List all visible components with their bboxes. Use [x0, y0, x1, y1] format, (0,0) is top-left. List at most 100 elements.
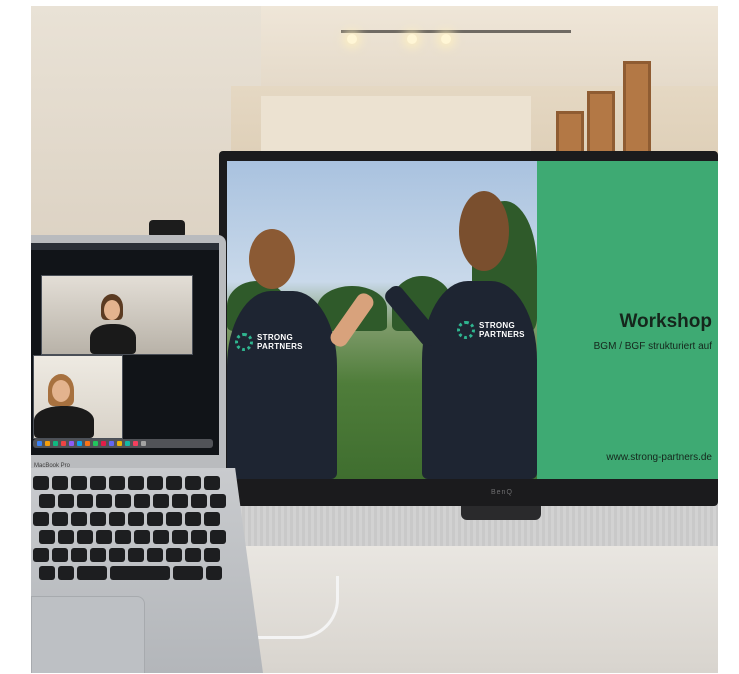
shirt-logo-left: STRONG PARTNERS — [257, 333, 303, 351]
light-track — [341, 30, 571, 33]
person-left — [227, 291, 337, 479]
key[interactable] — [52, 548, 68, 562]
key[interactable] — [58, 530, 74, 544]
person-right-head — [459, 191, 509, 271]
key[interactable] — [33, 476, 49, 490]
photo: STRONG PARTNERS STRONG PARTNERS Workshop… — [31, 6, 718, 673]
key[interactable] — [210, 530, 226, 544]
key[interactable] — [77, 566, 107, 580]
key[interactable] — [58, 566, 74, 580]
app-icon[interactable] — [45, 441, 50, 446]
key[interactable] — [109, 548, 125, 562]
app-icon[interactable] — [117, 441, 122, 446]
key[interactable] — [128, 476, 144, 490]
video-tile-top[interactable] — [41, 275, 193, 355]
participant — [90, 324, 136, 354]
key[interactable] — [52, 512, 68, 526]
key[interactable] — [191, 494, 207, 508]
app-icon[interactable] — [125, 441, 130, 446]
key[interactable] — [185, 548, 201, 562]
key[interactable] — [71, 548, 87, 562]
shirt-logo-right: STRONG PARTNERS — [479, 321, 525, 339]
dock — [33, 439, 213, 448]
key[interactable] — [134, 494, 150, 508]
key[interactable] — [173, 566, 203, 580]
app-icon[interactable] — [133, 441, 138, 446]
app-icon[interactable] — [77, 441, 82, 446]
key[interactable] — [166, 548, 182, 562]
key[interactable] — [33, 512, 49, 526]
key[interactable] — [153, 494, 169, 508]
participant-face — [52, 380, 70, 402]
app-icon[interactable] — [101, 441, 106, 446]
key[interactable] — [96, 494, 112, 508]
slide-panel: Workshop BGM / BGF strukturiert auf www.… — [537, 161, 718, 479]
participant — [34, 406, 94, 438]
key[interactable] — [166, 512, 182, 526]
app-icon[interactable] — [53, 441, 58, 446]
key[interactable] — [90, 476, 106, 490]
spotlight — [347, 34, 357, 44]
key[interactable] — [39, 566, 55, 580]
trackpad[interactable] — [31, 596, 145, 673]
app-icon[interactable] — [93, 441, 98, 446]
monitor: STRONG PARTNERS STRONG PARTNERS Workshop… — [219, 151, 718, 506]
app-icon[interactable] — [141, 441, 146, 446]
key[interactable] — [128, 548, 144, 562]
key[interactable] — [172, 494, 188, 508]
key[interactable] — [52, 476, 68, 490]
monitor-brand: BenQ — [491, 489, 513, 496]
key[interactable] — [33, 548, 49, 562]
key[interactable] — [147, 476, 163, 490]
spotlight — [407, 34, 417, 44]
key[interactable] — [191, 530, 207, 544]
key[interactable] — [185, 512, 201, 526]
back-wall — [261, 96, 531, 156]
key[interactable] — [90, 548, 106, 562]
spacebar[interactable] — [110, 566, 170, 580]
key[interactable] — [204, 512, 220, 526]
app-icon[interactable] — [85, 441, 90, 446]
key[interactable] — [109, 512, 125, 526]
key[interactable] — [166, 476, 182, 490]
key[interactable] — [96, 530, 112, 544]
keyboard — [33, 476, 231, 596]
strong-partners-logo-icon — [235, 333, 253, 351]
key[interactable] — [109, 476, 125, 490]
slide-title: Workshop — [619, 311, 712, 332]
app-icon[interactable] — [61, 441, 66, 446]
key[interactable] — [71, 512, 87, 526]
key[interactable] — [153, 530, 169, 544]
spotlight — [441, 34, 451, 44]
key[interactable] — [204, 548, 220, 562]
key[interactable] — [210, 494, 226, 508]
key[interactable] — [115, 494, 131, 508]
key[interactable] — [39, 530, 55, 544]
key[interactable] — [128, 512, 144, 526]
key[interactable] — [90, 512, 106, 526]
person-left-head — [249, 229, 295, 289]
strong-partners-logo-icon — [457, 321, 475, 339]
video-tile-bottom[interactable] — [33, 355, 123, 439]
key[interactable] — [204, 476, 220, 490]
slide-photo: STRONG PARTNERS STRONG PARTNERS — [227, 161, 537, 479]
person-right — [422, 281, 537, 479]
app-icon[interactable] — [109, 441, 114, 446]
key[interactable] — [115, 530, 131, 544]
key[interactable] — [172, 530, 188, 544]
monitor-stand — [461, 506, 541, 520]
key[interactable] — [71, 476, 87, 490]
participant-face — [104, 300, 120, 320]
monitor-screen: STRONG PARTNERS STRONG PARTNERS Workshop… — [227, 161, 718, 479]
key[interactable] — [77, 494, 93, 508]
key[interactable] — [39, 494, 55, 508]
key[interactable] — [185, 476, 201, 490]
key[interactable] — [134, 530, 150, 544]
key[interactable] — [147, 512, 163, 526]
key[interactable] — [77, 530, 93, 544]
app-icon[interactable] — [69, 441, 74, 446]
key[interactable] — [58, 494, 74, 508]
key[interactable] — [147, 548, 163, 562]
key[interactable] — [206, 566, 222, 580]
app-icon[interactable] — [37, 441, 42, 446]
